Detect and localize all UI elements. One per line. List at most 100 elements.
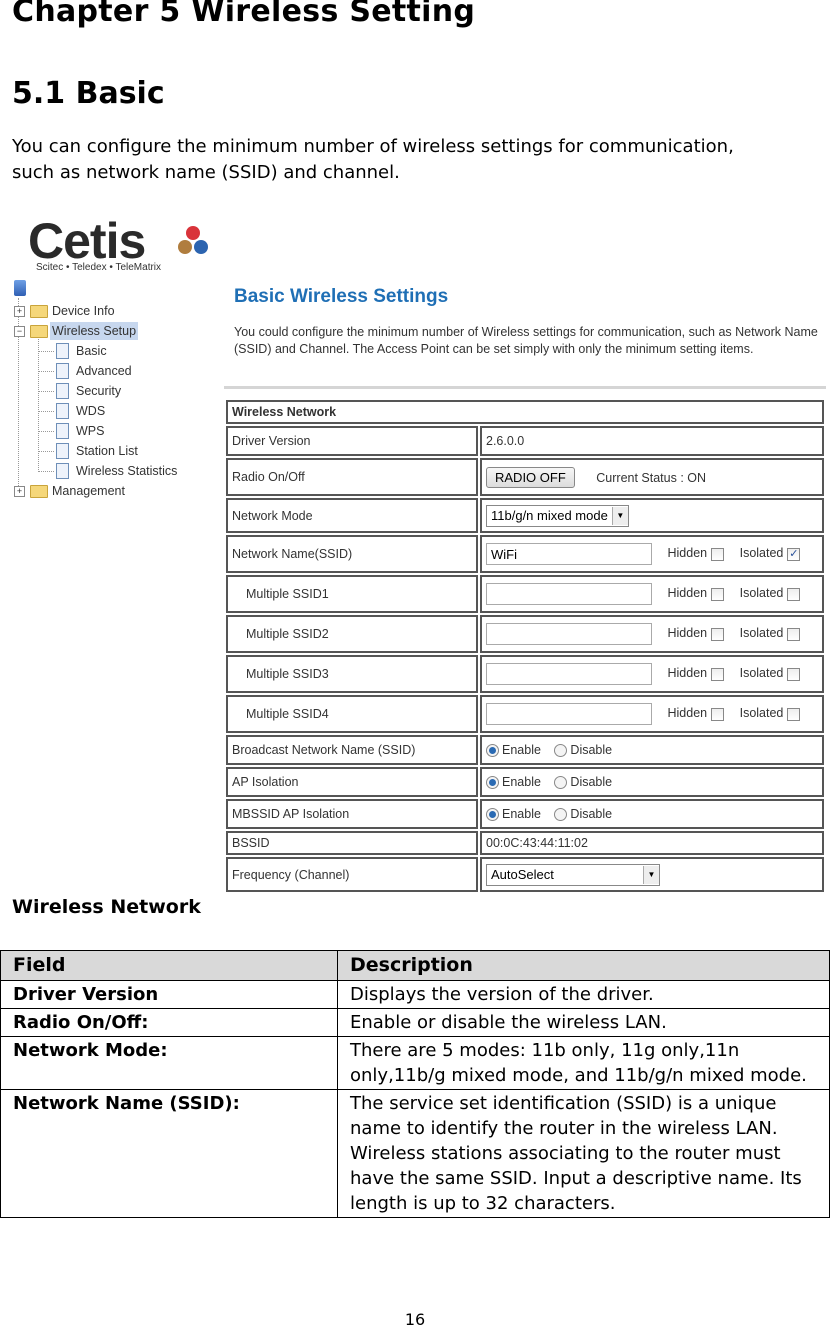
ssid-hidden-checkbox[interactable]	[711, 547, 725, 561]
form-header: Wireless Network	[226, 400, 824, 424]
mssid1-hidden-checkbox[interactable]	[711, 587, 725, 601]
page-number: 16	[404, 1310, 426, 1329]
hidden-label: Hidden	[667, 706, 708, 721]
mssid3-label: Multiple SSID3	[226, 655, 478, 693]
isolated-label: Isolated	[739, 586, 784, 601]
enable-label: Enable	[502, 806, 541, 821]
section-title: 5.1 Basic	[12, 76, 165, 111]
frequency-value: AutoSelect	[491, 867, 554, 882]
mssid4-input[interactable]	[486, 703, 652, 725]
broadcast-label: Broadcast Network Name (SSID)	[226, 735, 478, 765]
hidden-label: Hidden	[667, 546, 708, 561]
expand-icon[interactable]: +	[14, 306, 25, 317]
chevron-down-icon[interactable]: ▼	[611, 506, 628, 525]
isolated-label: Isolated	[739, 546, 784, 561]
frequency-label: Frequency (Channel)	[226, 857, 478, 892]
field-description: There are 5 modes: 11b only, 11g only,11…	[337, 1036, 830, 1090]
field-name: Driver Version	[0, 980, 338, 1009]
mbssid-isolation-cell: Enable Disable	[480, 799, 824, 829]
logo-tagline: Scitec • Teledex • TeleMatrix	[36, 262, 162, 273]
mssid4-hidden-checkbox[interactable]	[711, 707, 725, 721]
mssid4-isolated-checkbox[interactable]	[787, 707, 801, 721]
logo-dot-bronze	[178, 240, 192, 254]
page-icon	[56, 363, 69, 379]
mssid3-input[interactable]	[486, 663, 652, 685]
network-mode-label: Network Mode	[226, 498, 478, 533]
wireless-network-form: Wireless Network Driver Version 2.6.0.0 …	[224, 398, 826, 894]
field-name: Network Name (SSID):	[0, 1089, 338, 1218]
mssid4-label: Multiple SSID4	[226, 695, 478, 733]
chevron-down-icon[interactable]: ▼	[643, 865, 659, 884]
ap-isolation-cell: Enable Disable	[480, 767, 824, 797]
mssid2-cell: Hidden Isolated	[480, 615, 824, 653]
mssid4-cell: Hidden Isolated	[480, 695, 824, 733]
frequency-cell: AutoSelect ▼	[480, 857, 824, 892]
ssid-input[interactable]: WiFi	[486, 543, 652, 565]
mbssid-isolation-enable-radio[interactable]	[486, 808, 499, 822]
ssid-isolated-checkbox[interactable]: ✓	[787, 547, 801, 561]
broadcast-enable-radio[interactable]	[486, 744, 499, 758]
table-row: Radio On/Off: Enable or disable the wire…	[0, 1008, 830, 1037]
page-icon	[56, 403, 69, 419]
page-icon	[56, 423, 69, 439]
driver-version-label: Driver Version	[226, 426, 478, 456]
divider	[224, 386, 826, 389]
tree-label: WDS	[76, 404, 106, 418]
network-mode-select[interactable]: 11b/g/n mixed mode ▼	[486, 504, 629, 527]
ap-isolation-label: AP Isolation	[226, 767, 478, 797]
hidden-label: Hidden	[667, 626, 708, 641]
tree-line	[38, 391, 54, 392]
ap-isolation-enable-radio[interactable]	[486, 776, 499, 790]
mssid2-input[interactable]	[486, 623, 652, 645]
mssid1-cell: Hidden Isolated	[480, 575, 824, 613]
chapter-title: Chapter 5 Wireless Setting	[12, 0, 476, 29]
hidden-label: Hidden	[667, 586, 708, 601]
ssid-label: Network Name(SSID)	[226, 535, 478, 573]
field-name: Network Mode:	[0, 1036, 338, 1090]
driver-version-value: 2.6.0.0	[480, 426, 824, 456]
disable-label: Disable	[570, 742, 613, 757]
tree-label: Advanced	[76, 364, 132, 378]
tree-label: Station List	[76, 444, 138, 458]
disable-label: Disable	[570, 806, 613, 821]
tree-line	[38, 451, 54, 452]
tree-label: Basic	[76, 344, 107, 358]
folder-icon	[30, 485, 48, 498]
subheading: Wireless Network	[12, 896, 201, 918]
ap-isolation-disable-radio[interactable]	[554, 776, 568, 790]
expand-icon[interactable]: +	[14, 486, 25, 497]
computer-icon	[14, 280, 26, 296]
mssid1-isolated-checkbox[interactable]	[787, 587, 801, 601]
enable-label: Enable	[502, 742, 541, 757]
tree-label: Wireless Setup	[50, 322, 139, 340]
broadcast-disable-radio[interactable]	[554, 744, 568, 758]
network-mode-cell: 11b/g/n mixed mode ▼	[480, 498, 824, 533]
mssid2-isolated-checkbox[interactable]	[787, 627, 801, 641]
frequency-select[interactable]: AutoSelect ▼	[486, 863, 660, 886]
mbssid-isolation-disable-radio[interactable]	[554, 808, 568, 822]
isolated-label: Isolated	[739, 706, 784, 721]
folder-open-icon	[30, 325, 48, 338]
field-description: Displays the version of the driver.	[337, 980, 830, 1009]
mssid3-isolated-checkbox[interactable]	[787, 667, 801, 681]
cetis-logo: Cetis Scitec • Teledex • TeleMatrix	[26, 213, 216, 282]
mssid1-input[interactable]	[486, 583, 652, 605]
mssid3-hidden-checkbox[interactable]	[711, 667, 725, 681]
tree-label: Device Info	[52, 304, 115, 318]
isolated-label: Isolated	[739, 666, 784, 681]
intro-paragraph: You can configure the minimum number of …	[12, 136, 734, 183]
table-row: Network Mode: There are 5 modes: 11b onl…	[0, 1036, 830, 1090]
collapse-icon[interactable]: −	[14, 326, 25, 337]
ssid-cell: WiFi Hidden Isolated ✓	[480, 535, 824, 573]
table-row: Driver Version Displays the version of t…	[0, 980, 830, 1009]
tree-line	[38, 411, 54, 412]
broadcast-cell: Enable Disable	[480, 735, 824, 765]
column-header: Description	[337, 950, 830, 981]
enable-label: Enable	[502, 774, 541, 789]
disable-label: Disable	[570, 774, 613, 789]
bssid-value: 00:0C:43:44:11:02	[480, 831, 824, 855]
mssid2-hidden-checkbox[interactable]	[711, 627, 725, 641]
mssid1-label: Multiple SSID1	[226, 575, 478, 613]
radio-off-button[interactable]: RADIO OFF	[486, 466, 575, 488]
field-name: Radio On/Off:	[0, 1008, 338, 1037]
